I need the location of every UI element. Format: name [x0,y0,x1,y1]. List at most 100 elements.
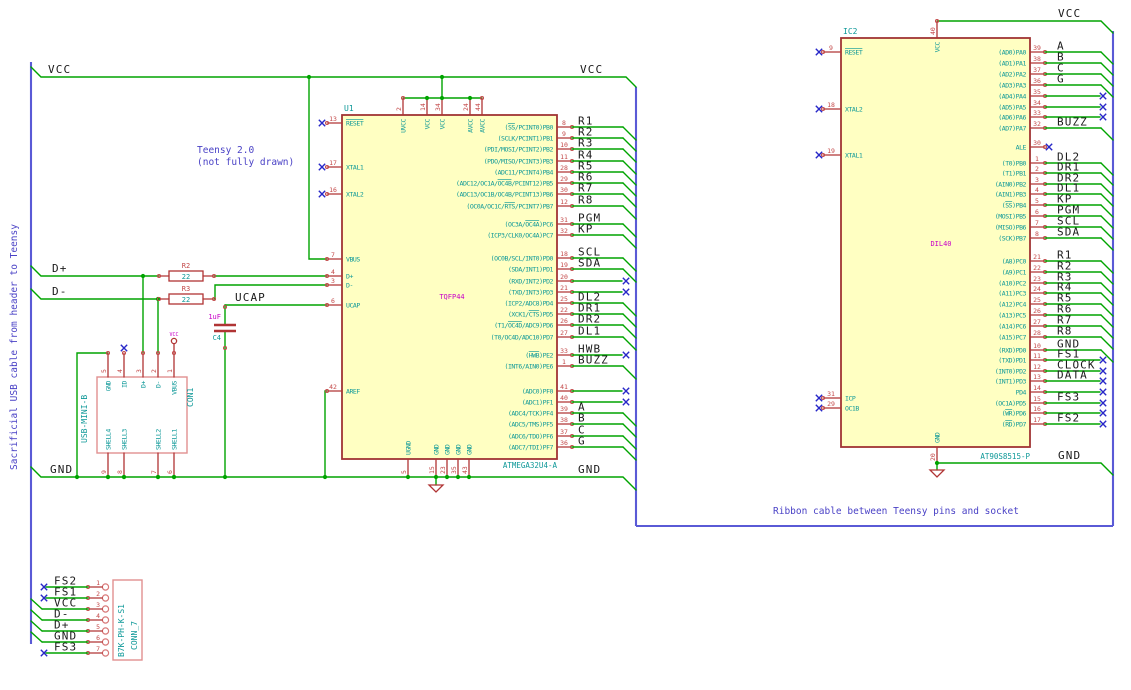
pin-name: (PDI/MOSI/PCINT2)PB2 [484,145,554,153]
pin-number: 1 [166,369,174,373]
pin-number: 6 [96,634,100,642]
pin-name: GND [455,444,463,455]
bus-entry [622,160,637,175]
pin-name: (PDO/MISO/PCINT3)PB3 [484,157,554,165]
con1-reference: CON1 [186,388,195,407]
pin-name: (INT1)PD3 [995,377,1027,385]
pin-number: 39 [1033,44,1041,52]
pin-number: 32 [1033,120,1041,128]
pin-name: UGND [405,441,413,455]
junction-dot [934,460,940,466]
net-label: BUZZ [1057,116,1088,129]
pin-name: VCC [934,41,942,52]
pin-number: 2 [395,107,403,111]
pin-number: 3 [135,369,143,373]
pin-number: 29 [827,400,835,408]
pin-name: VCC [424,118,432,129]
pin-name: (ADC4/TCK)PF4 [508,409,554,417]
pin-number: 20 [560,273,568,281]
pin-number: 36 [560,439,568,447]
pin-number: 3 [96,601,100,609]
pin-number: 1 [1035,155,1039,163]
dplus-wire-a [30,265,160,277]
junction-dot [121,474,127,480]
pin-number: 8 [1035,230,1039,238]
bus-entry [30,631,43,643]
pin-number: 38 [560,416,568,424]
bus-entry [622,313,637,328]
pin-number: 38 [1033,55,1041,63]
net-label-vcc: VCC [1058,7,1081,20]
pin-number: 3 [331,277,335,285]
pin-number: 22 [1033,264,1041,272]
pin-number: 5 [400,470,408,474]
pin-name: (AD2)PA2 [998,70,1026,78]
pin-number: 11 [1033,352,1041,360]
pin-number: 42 [329,383,337,391]
pin-name: (TXD/INT3)PD3 [508,288,554,296]
pin-name: XTAL2 [845,105,863,113]
bus-entry [30,609,43,621]
pin-name: PD4 [1016,388,1027,396]
pin-name: (ICP2/ADC8)PD4 [505,299,554,307]
vcc-power-symbol [170,337,178,345]
pin-number: 23 [1033,275,1041,283]
pin-number: 37 [560,428,568,436]
junction-dot [439,95,445,101]
net-label: BUZZ [578,354,609,367]
pin-number: 28 [1033,329,1041,337]
pin-number: 14 [1033,384,1041,392]
junction-dot [155,474,161,480]
pin-name: (T0/OC4D/ADC10)PD7 [491,333,554,341]
bus-entry [622,257,637,272]
gnd-symbol-right [928,469,946,478]
net-label: KP [578,223,593,236]
pin-name: (TXD)PD1 [998,356,1026,364]
pin-number: 41 [560,383,568,391]
junction-dot [466,474,472,480]
pin-number: 22 [560,306,568,314]
pin-name: (SS/PCINT0)PB0 [504,123,553,131]
conn7-part-name: B7K-PH-K-S1 [117,604,126,657]
pin-number: 21 [1033,253,1041,261]
con1-part-name: USB-MINI-B [80,395,89,443]
net-label: DATA [1057,369,1088,382]
pin-number: 2 [96,590,100,598]
pin-number: 31 [560,216,568,224]
bus-entry [622,126,637,141]
ic2-footprint: DIL40 [930,240,951,248]
pin-name: (ADC0)PF0 [522,387,554,395]
teensy-note-line2: (not fully drawn) [197,157,294,168]
net-label-gnd: GND [578,463,601,476]
c4-reference: C4 [213,334,221,342]
pin-number: 37 [1033,66,1041,74]
pin-name: (OC1A)PD5 [995,399,1027,407]
bus-entry [1100,193,1114,207]
net-label: DL1 [578,325,601,338]
pin-name: D+ [140,380,148,387]
bus-entry [1100,325,1114,339]
c4-value: 1uF [208,313,221,321]
pin-name: (ADC13/OC1B/OC4B/PCINT13)PB6 [456,190,554,198]
pin-name: (MOSI)PB5 [995,212,1027,220]
net-label-gnd: GND [1058,449,1081,462]
pin-number: 43 [461,466,469,474]
gnd-symbol-left [427,484,445,493]
pin-number: 4 [96,612,100,620]
pin-name: UVCC [400,118,408,132]
bus-entry [30,598,43,610]
dminus-wire-b [213,284,328,300]
pin-name: (MISO)PB6 [995,223,1027,231]
conn7-pin-circle [101,638,110,646]
net-label: FS3 [54,641,77,654]
pin-number: 18 [827,101,835,109]
junction-dot [444,474,450,480]
bus-entry [622,234,637,249]
pin-number: 7 [150,470,158,474]
pin-number: 8 [116,470,124,474]
pin-name: GND [433,444,441,455]
pin-name: (ADC11/PCINT4)PB4 [494,168,553,176]
pin-name: (XCK1/CTS)PD5 [508,310,554,318]
pin-number: 1 [96,579,100,587]
bus-entry [1100,260,1114,274]
